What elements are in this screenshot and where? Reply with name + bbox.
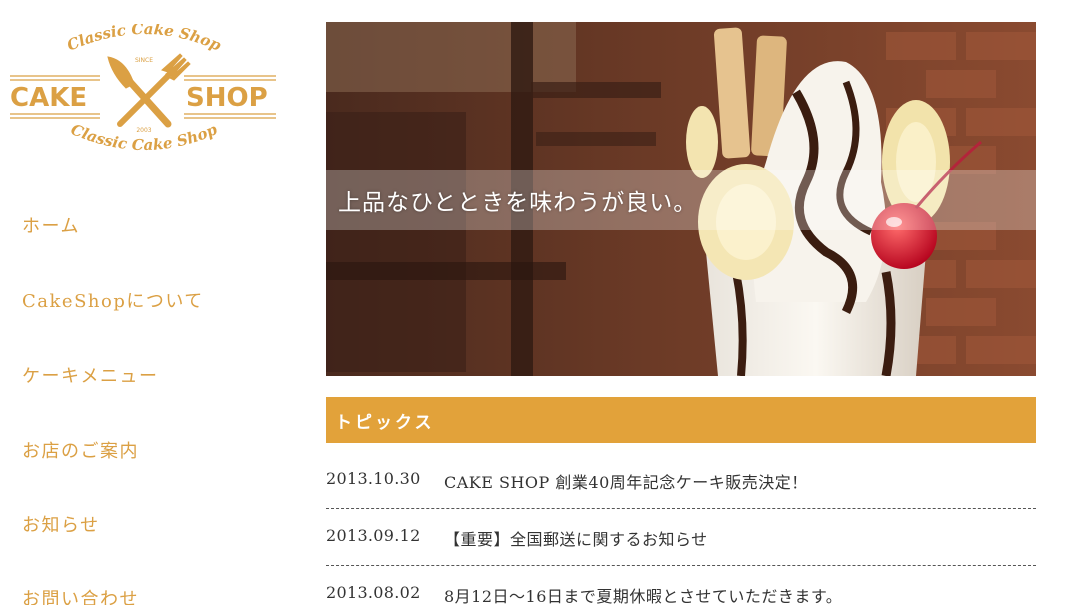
news-title[interactable]: 【重要】全国郵送に関するお知らせ bbox=[444, 526, 708, 550]
list-item[interactable]: 2013.10.30 CAKE SHOP 創業40周年記念ケーキ販売決定！ bbox=[326, 452, 1036, 509]
list-item[interactable]: 2013.09.12 【重要】全国郵送に関するお知らせ bbox=[326, 509, 1036, 566]
hero-banner: 上品なひとときを味わうが良い。 bbox=[326, 22, 1036, 376]
nav-item-contact[interactable]: お問い合わせ bbox=[22, 585, 139, 605]
hero-caption: 上品なひとときを味わうが良い。 bbox=[338, 190, 698, 216]
news-title[interactable]: CAKE SHOP 創業40周年記念ケーキ販売決定！ bbox=[444, 469, 808, 493]
news-title[interactable]: 8月12日～16日まで夏期休暇とさせていただきます。 bbox=[444, 583, 842, 605]
news-date: 2013.10.30 bbox=[326, 469, 421, 488]
list-item[interactable]: 2013.08.02 8月12日～16日まで夏期休暇とさせていただきます。 bbox=[326, 566, 1036, 605]
news-date: 2013.08.02 bbox=[326, 583, 421, 602]
sidebar-nav: ホーム CakeShopについて ケーキメニュー お店のご案内 お知らせ お問い… bbox=[22, 0, 282, 605]
nav-item-home[interactable]: ホーム bbox=[22, 212, 80, 238]
nav-item-news[interactable]: お知らせ bbox=[22, 511, 100, 537]
topics-heading: トピックス bbox=[326, 397, 1036, 443]
nav-item-store-info[interactable]: お店のご案内 bbox=[22, 437, 139, 463]
nav-item-about[interactable]: CakeShopについて bbox=[22, 287, 204, 313]
topics-list: 2013.10.30 CAKE SHOP 創業40周年記念ケーキ販売決定！ 20… bbox=[326, 452, 1036, 605]
nav-item-cake-menu[interactable]: ケーキメニュー bbox=[22, 362, 159, 388]
news-date: 2013.09.12 bbox=[326, 526, 421, 545]
